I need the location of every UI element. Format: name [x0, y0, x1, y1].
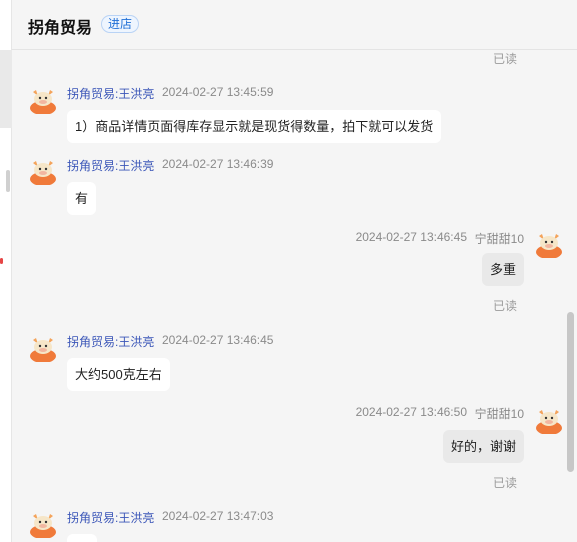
- read-status: 已读: [493, 299, 518, 313]
- chat-scrollbar[interactable]: [567, 312, 574, 472]
- chat-header: 拐角贸易 进店: [12, 0, 577, 50]
- avatar-icon[interactable]: [534, 228, 564, 259]
- list-scroll-handle[interactable]: [6, 170, 10, 192]
- shop-name: 拐角贸易: [28, 20, 93, 37]
- message-bubble[interactable]: 大约500克左右: [67, 358, 170, 391]
- unread-indicator: [0, 258, 3, 264]
- ox-mascot-avatar-icon: [30, 90, 56, 115]
- sender-name: 拐角贸易:王洪亮: [67, 511, 155, 525]
- enter-shop-button[interactable]: 进店: [101, 15, 140, 33]
- message-time: 2024-02-27 13:46:45: [162, 333, 274, 347]
- avatar-icon[interactable]: [28, 84, 58, 115]
- ox-mascot-avatar-icon: [30, 161, 56, 186]
- message-bubble[interactable]: [67, 534, 97, 542]
- message-bubble[interactable]: 有: [67, 182, 97, 215]
- ox-mascot-avatar-icon: [536, 410, 562, 435]
- ox-mascot-avatar-icon: [536, 234, 562, 259]
- sender-name-self: 宁甜甜10: [474, 232, 524, 246]
- message-bubble[interactable]: 1）商品详情页面得库存显示就是现货得数量，拍下就可以发货: [67, 110, 442, 143]
- conversation-list-edge: [0, 0, 12, 542]
- read-status: 已读: [493, 52, 518, 66]
- sender-name-self: 宁甜甜10: [474, 407, 524, 421]
- sender-name: 拐角贸易:王洪亮: [67, 335, 155, 349]
- avatar-icon[interactable]: [28, 332, 58, 363]
- message-time: 2024-02-27 13:45:59: [162, 85, 274, 99]
- message-time: 2024-02-27 13:46:45: [355, 230, 467, 244]
- message-bubble-self[interactable]: 好的，谢谢: [442, 430, 524, 463]
- message-time: 2024-02-27 13:46:39: [162, 157, 274, 171]
- avatar-icon[interactable]: [534, 404, 564, 435]
- message-bubble-self[interactable]: 多重: [481, 253, 524, 286]
- avatar-icon[interactable]: [28, 155, 58, 186]
- selected-conversation-edge[interactable]: [0, 50, 12, 128]
- chat-panel: 拐角贸易 进店 已读 拐角贸易:王洪亮 2024-02-27 13:45:59 …: [12, 0, 577, 542]
- message-time: 2024-02-27 13:46:50: [355, 405, 467, 419]
- message-time: 2024-02-27 13:47:03: [162, 509, 274, 523]
- read-status: 已读: [493, 476, 518, 490]
- sender-name: 拐角贸易:王洪亮: [67, 87, 155, 101]
- ox-mascot-avatar-icon: [30, 514, 56, 539]
- sender-name: 拐角贸易:王洪亮: [67, 159, 155, 173]
- ox-mascot-avatar-icon: [30, 338, 56, 363]
- avatar-icon[interactable]: [28, 508, 58, 539]
